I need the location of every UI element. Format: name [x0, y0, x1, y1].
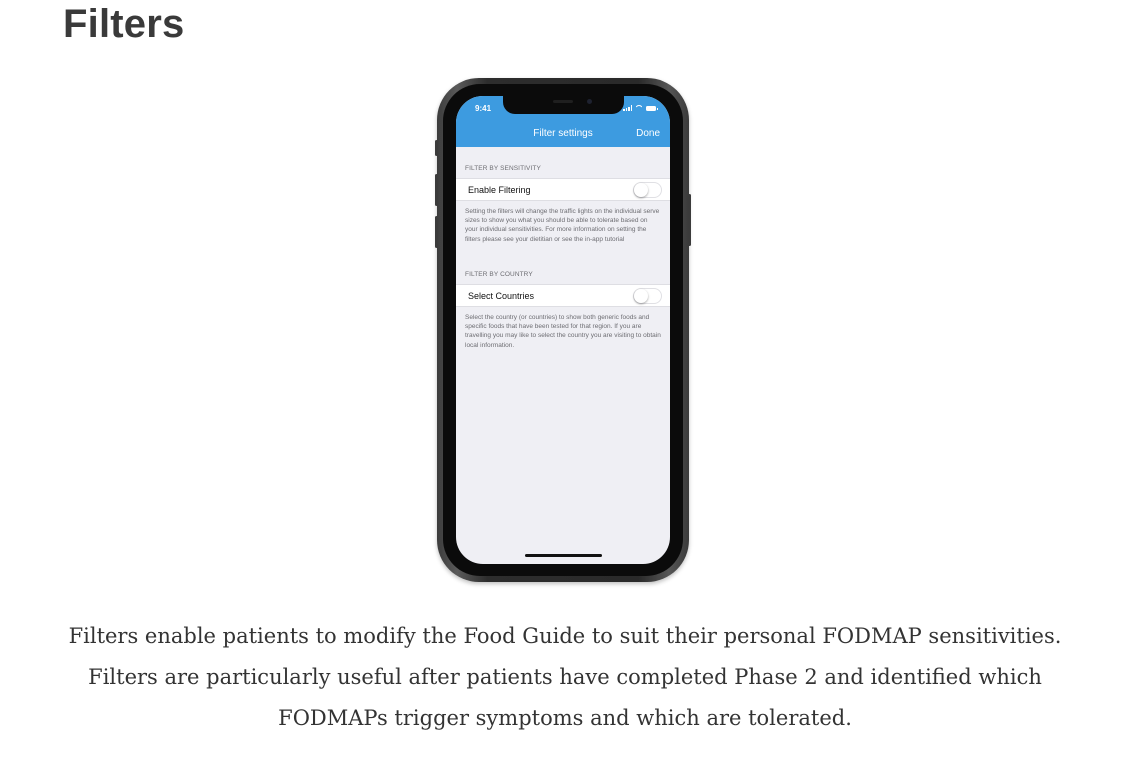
country-footer-text: Select the country (or countries) to sho… [465, 314, 661, 349]
select-countries-label: Select Countries [468, 291, 535, 301]
section-header-sensitivity: FILTER BY SENSITIVITY [465, 165, 541, 172]
toggle-knob [634, 183, 648, 197]
volume-up-button [435, 174, 438, 206]
enable-filtering-toggle[interactable] [633, 182, 662, 198]
toggle-knob [634, 289, 648, 303]
select-countries-row[interactable]: Select Countries [456, 284, 670, 307]
phone-mockup: 9:41 Filter settings Done FILTER BY SENS… [435, 78, 691, 582]
done-button[interactable]: Done [636, 128, 660, 139]
page-caption: Filters enable patients to modify the Fo… [68, 624, 1062, 730]
silent-switch [435, 140, 438, 156]
status-time: 9:41 [475, 104, 492, 113]
signal-icon [623, 105, 632, 111]
battery-icon [646, 106, 658, 111]
status-icons [623, 105, 658, 111]
phone-notch [503, 96, 624, 114]
enable-filtering-label: Enable Filtering [468, 185, 531, 195]
section-header-country: FILTER BY COUNTRY [465, 271, 533, 278]
home-indicator [525, 554, 602, 557]
enable-filtering-row[interactable]: Enable Filtering [456, 178, 670, 201]
volume-down-button [435, 216, 438, 248]
select-countries-toggle[interactable] [633, 288, 662, 304]
power-button [688, 194, 691, 246]
speaker-grille [553, 100, 573, 103]
front-camera [587, 99, 592, 104]
sensitivity-footer-text: Setting the filters will change the traf… [465, 208, 660, 243]
page-title: Filters [63, 2, 185, 46]
wifi-icon [635, 105, 643, 111]
phone-screen: 9:41 Filter settings Done FILTER BY SENS… [456, 96, 670, 564]
